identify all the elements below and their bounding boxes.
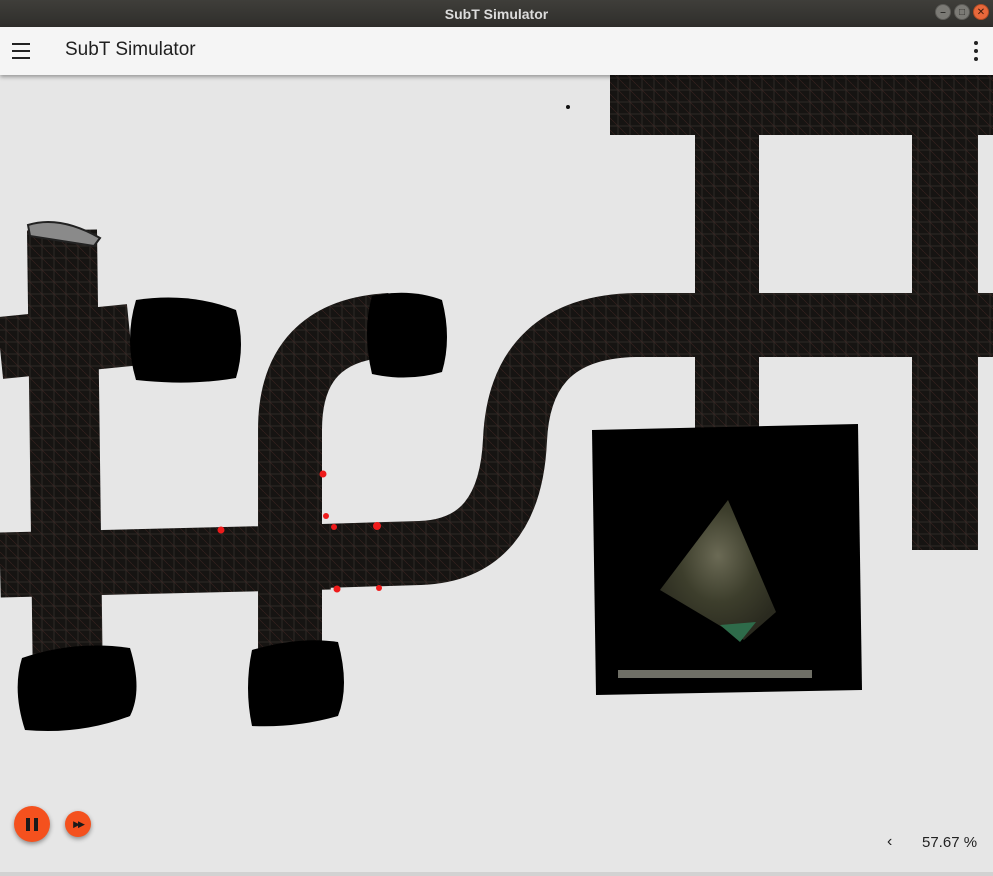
window-titlebar: SubT Simulator – □ ✕ — [0, 0, 993, 27]
window-title: SubT Simulator — [444, 5, 549, 22]
hamburger-menu-icon[interactable] — [12, 43, 30, 59]
fast-forward-icon: ▶▶ — [73, 818, 85, 829]
app-toolbar: SubT Simulator — [0, 27, 993, 75]
minimize-icon[interactable]: – — [935, 4, 951, 20]
pause-button[interactable] — [14, 806, 50, 842]
tunnel-scene[interactable] — [0, 75, 993, 872]
maximize-icon[interactable]: □ — [954, 4, 970, 20]
real-time-factor: 57.67 % — [922, 834, 978, 851]
fast-forward-button[interactable]: ▶▶ — [65, 811, 91, 837]
more-vert-icon[interactable] — [973, 41, 979, 61]
bottom-edge — [0, 872, 993, 876]
close-icon[interactable]: ✕ — [973, 4, 989, 20]
rtf-expand-chevron-icon[interactable]: ‹ — [887, 833, 892, 851]
pause-icon — [26, 817, 38, 831]
app-title: SubT Simulator — [65, 39, 196, 60]
window-controls: – □ ✕ — [935, 4, 989, 20]
scene-viewport[interactable] — [0, 75, 993, 872]
